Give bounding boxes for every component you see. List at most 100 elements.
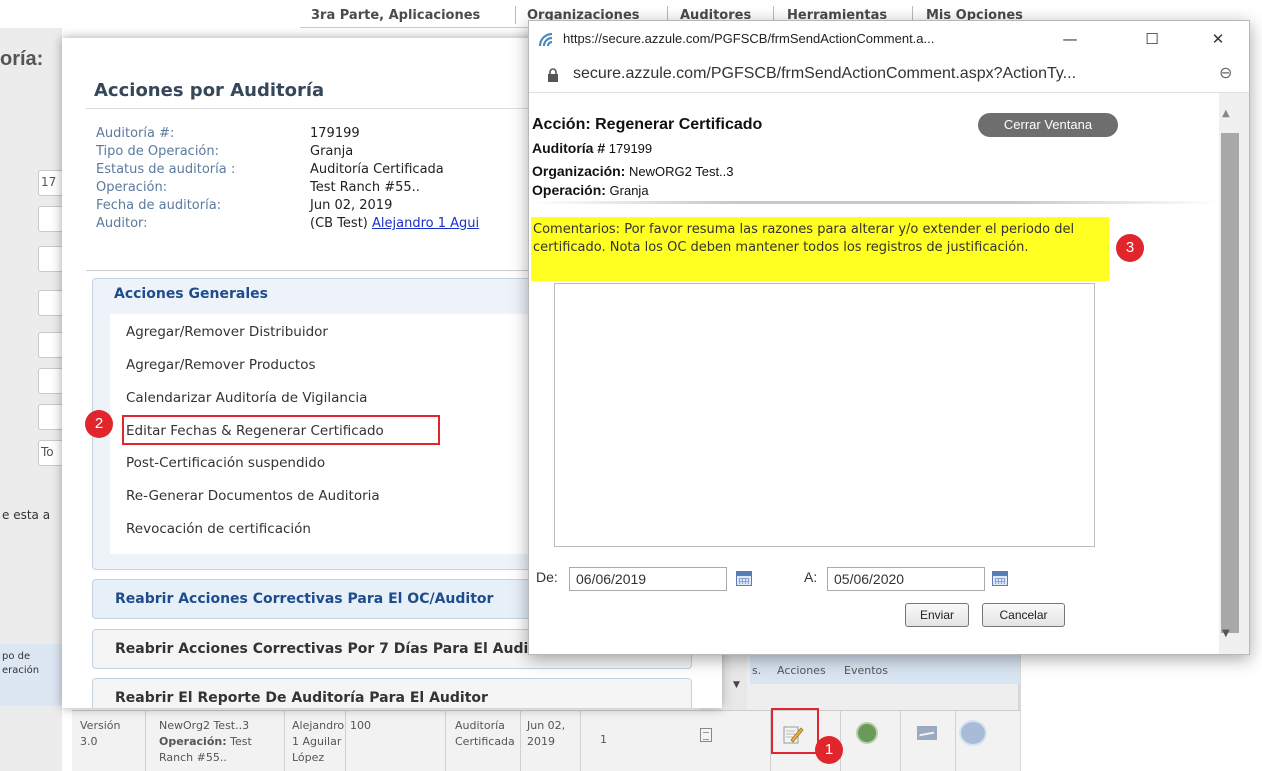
meta-organizacion-value: NewORG2 Test..3 (628, 164, 734, 179)
popup-window: https://secure.azzule.com/PGFSCB/frmSend… (528, 20, 1250, 655)
cell-org-name: NewOrg2 Test..3 (159, 719, 250, 732)
info-label-tipo: Tipo de Operación: (96, 144, 219, 159)
address-bar-url[interactable]: secure.azzule.com/PGFSCB/frmSendActionCo… (573, 65, 1076, 83)
action-regenerar-documentos[interactable]: Re-Generar Documentos de Auditoria (126, 488, 380, 504)
popup-window-title: https://secure.azzule.com/PGFSCB/frmSend… (563, 31, 935, 46)
callout-badge-2: 2 (85, 410, 113, 438)
auditor-link[interactable]: Alejandro 1 Agui (372, 216, 479, 231)
info-value-operacion: Test Ranch #55.. (310, 180, 420, 195)
comments-textarea[interactable] (554, 283, 1095, 547)
column-divider (445, 710, 446, 771)
background-scrollbar[interactable]: ▼ (727, 650, 747, 714)
column-divider (520, 710, 521, 771)
send-button[interactable]: Enviar (905, 603, 969, 627)
column-header-eventos: Eventos (844, 664, 888, 677)
info-label-operacion: Operación: (96, 180, 168, 195)
cell-organization: NewOrg2 Test..3 Operación: Test Ranch #5… (159, 718, 252, 766)
meta-operacion-label: Operación: (532, 182, 606, 198)
column-divider (955, 710, 956, 771)
meta-auditoria: Auditoría # 179199 (532, 140, 652, 156)
cell-date: Jun 02, 2019 (527, 719, 566, 748)
cell-op-label: Operación: (159, 735, 227, 748)
info-label-auditor: Auditor: (96, 216, 148, 231)
close-window-button[interactable]: Cerrar Ventana (978, 113, 1118, 137)
comments-instructions: Comentarios: Por favor resuma las razone… (531, 217, 1109, 281)
info-label-estatus: Estatus de auditoría : (96, 162, 236, 177)
action-revocacion[interactable]: Revocación de certificación (126, 521, 311, 537)
background-input[interactable] (38, 290, 64, 316)
to-date-label: A: (804, 569, 818, 585)
maximize-icon[interactable]: ☐ (1137, 27, 1167, 51)
action-agregar-productos[interactable]: Agregar/Remover Productos (126, 357, 315, 373)
column-divider (345, 710, 346, 771)
modal-title: Acciones por Auditoría (94, 80, 325, 101)
cell-status: Auditoría Certificada (455, 719, 515, 748)
background-input[interactable]: To (38, 440, 64, 466)
calendar-icon[interactable] (992, 571, 1008, 586)
column-divider (580, 710, 581, 771)
divider (529, 201, 1219, 204)
background-input[interactable] (38, 206, 64, 232)
meta-auditoria-value: 179199 (608, 141, 653, 156)
event-icon[interactable] (856, 722, 878, 744)
auditor-cb-prefix: (CB Test) (310, 216, 368, 231)
cancel-button[interactable]: Cancelar (982, 603, 1065, 627)
callout-badge-1: 1 (815, 736, 843, 764)
popup-scroll-thumb[interactable] (1221, 133, 1239, 633)
meta-operacion: Operación: Granja (532, 182, 649, 198)
site-logo-icon (538, 32, 553, 47)
mail-icon[interactable] (917, 726, 937, 740)
actions-icon-highlight (771, 708, 819, 754)
action-agregar-distribuidor[interactable]: Agregar/Remover Distribuidor (126, 324, 328, 340)
action-title: Acción: Regenerar Certificado (532, 116, 763, 133)
zoom-icon[interactable]: ⊖ (1219, 63, 1232, 82)
background-input[interactable]: 17 (38, 170, 64, 196)
scroll-up-arrow-icon[interactable]: ▲ (1222, 108, 1230, 119)
info-value-fecha: Jun 02, 2019 (310, 198, 393, 213)
scroll-down-arrow-icon[interactable]: ▼ (733, 680, 740, 690)
column-header-short: s. (752, 664, 762, 677)
action-post-certificacion[interactable]: Post-Certificación suspendido (126, 455, 325, 471)
cell-auditor: Alejandro 1 Aguilar López (292, 719, 345, 764)
info-value-auditor: (CB Test) Alejandro 1 Agui (310, 216, 479, 231)
background-input[interactable] (38, 246, 64, 272)
background-input[interactable] (38, 368, 64, 394)
background-page-title: oría: (0, 48, 44, 70)
scroll-down-arrow-icon[interactable]: ▼ (1222, 628, 1230, 639)
background-column-header: po de eración (0, 644, 62, 706)
column-divider (900, 710, 901, 771)
background-text: e esta a (2, 508, 51, 522)
editar-fechas-highlight (122, 415, 440, 445)
acciones-generales-header[interactable]: Acciones Generales (114, 286, 268, 302)
from-date-label: De: (536, 569, 558, 585)
meta-organizacion-label: Organización: (532, 163, 626, 179)
nav-3ra-parte[interactable]: 3ra Parte, Aplicaciones (311, 8, 480, 23)
action-calendarizar-vigilancia[interactable]: Calendarizar Auditoría de Vigilancia (126, 390, 367, 406)
nav-separator (515, 6, 516, 24)
cell-count: 1 (600, 733, 607, 746)
minimize-icon[interactable]: — (1055, 27, 1085, 51)
to-date-input[interactable] (827, 567, 985, 591)
callout-badge-3: 3 (1116, 234, 1144, 262)
calendar-icon[interactable] (736, 571, 752, 586)
column-divider (840, 710, 841, 771)
from-date-input[interactable] (569, 567, 727, 591)
document-icon[interactable] (700, 728, 712, 742)
comment-bubble-icon[interactable] (959, 720, 987, 746)
meta-operacion-value: Granja (609, 183, 649, 198)
section-reabrir-reporte[interactable]: Reabrir El Reporte De Auditoría Para El … (92, 678, 692, 708)
column-header-acciones: Acciones (777, 664, 826, 677)
column-divider (284, 710, 285, 771)
info-value-auditoria: 179199 (310, 126, 360, 141)
background-input[interactable] (38, 332, 64, 358)
background-input[interactable] (38, 404, 64, 430)
info-label-fecha: Fecha de auditoría: (96, 198, 222, 213)
info-value-estatus: Auditoría Certificada (310, 162, 444, 177)
close-icon[interactable]: ✕ (1203, 27, 1233, 51)
info-label-auditoria: Auditoría #: (96, 126, 175, 141)
meta-organizacion: Organización: NewORG2 Test..3 (532, 163, 734, 179)
meta-auditoria-label: Auditoría # (532, 140, 606, 156)
column-divider (145, 710, 146, 771)
cell-version: Versión 3.0 (80, 719, 121, 748)
info-value-tipo: Granja (310, 144, 354, 159)
